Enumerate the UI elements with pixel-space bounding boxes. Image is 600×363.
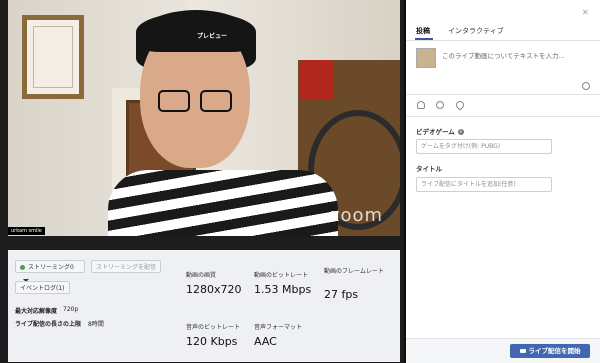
divider bbox=[406, 116, 600, 117]
stream-info-panel: ストリーミング0 ストリーミングを配信 イベントログ(1) 最大対応解像度 72… bbox=[8, 250, 400, 362]
game-tag-input[interactable]: ゲームをタグ付け(例: PUBG) bbox=[416, 139, 552, 154]
stream-preview-button[interactable]: ストリーミングを配信 bbox=[91, 260, 161, 273]
tab-post[interactable]: 投稿 bbox=[416, 26, 430, 36]
max-resolution-label: 最大対応解像度 bbox=[15, 308, 58, 315]
metric-label: 音声のビットレート bbox=[186, 324, 241, 331]
divider bbox=[406, 40, 600, 41]
feeling-icon[interactable] bbox=[436, 101, 444, 109]
metric-label: 音声フォーマット bbox=[254, 324, 303, 331]
metric-value: 27 fps bbox=[324, 288, 359, 301]
metric-value: AAC bbox=[254, 335, 277, 348]
tag-people-icon[interactable] bbox=[417, 101, 425, 109]
metric-value: 1.53 Mbps bbox=[254, 283, 312, 296]
emoji-icon[interactable] bbox=[582, 82, 590, 90]
title-label: タイトル bbox=[416, 165, 442, 173]
max-duration-label: ライブ配信の長さの上限 bbox=[15, 321, 82, 328]
event-log-button[interactable]: イベントログ(1) bbox=[15, 281, 70, 294]
divider bbox=[406, 94, 600, 95]
tab-interactive[interactable]: インタラクティブ bbox=[448, 26, 504, 36]
video-thumbnail bbox=[416, 48, 436, 68]
zoom-watermark: zoom bbox=[330, 205, 384, 226]
go-live-label: ライブ配信を開始 bbox=[528, 347, 581, 355]
streaming-select[interactable]: ストリーミング0 bbox=[15, 260, 85, 282]
video-game-label: ビデオゲーム i bbox=[416, 126, 464, 136]
camera-preview: プレビュー zoom bbox=[8, 0, 400, 236]
go-live-button[interactable]: ライブ配信を開始 bbox=[510, 344, 590, 358]
info-icon[interactable]: i bbox=[457, 129, 464, 135]
post-text-input[interactable]: このライブ動画についてテキストを入力... bbox=[442, 51, 582, 61]
glasses bbox=[158, 90, 234, 114]
camera-icon bbox=[519, 349, 526, 353]
title-input[interactable]: ライブ配信にタイトルを追加(任意) bbox=[416, 177, 552, 192]
stream-setup-area: プレビュー zoom urkam smile ストリーミング0 ストリーミングを… bbox=[0, 0, 404, 362]
post-composer: ✕ 投稿 インタラクティブ このライブ動画についてテキストを入力... ビデオゲ… bbox=[406, 0, 600, 363]
live-status-dot bbox=[20, 265, 25, 270]
preview-label: プレビュー bbox=[197, 33, 228, 40]
striped-shirt bbox=[108, 170, 338, 236]
close-icon[interactable]: ✕ bbox=[582, 8, 589, 17]
max-duration-value: 8時間 bbox=[88, 321, 104, 328]
metric-label: 動画のフレームレート bbox=[324, 268, 384, 275]
participant-name-tag: urkam smile bbox=[8, 227, 45, 235]
red-object bbox=[300, 60, 334, 100]
max-resolution-value: 720p bbox=[63, 306, 79, 313]
metric-label: 動画のビットレート bbox=[254, 272, 309, 279]
metric-label: 動画の画質 bbox=[186, 272, 217, 279]
streaming-select-label: ストリーミング0 bbox=[28, 264, 74, 271]
person-hair-top bbox=[136, 12, 256, 52]
location-icon[interactable] bbox=[454, 99, 466, 111]
metric-value: 1280x720 bbox=[186, 283, 242, 296]
wall-picture-frame bbox=[22, 15, 84, 99]
metric-value: 120 Kbps bbox=[186, 335, 238, 348]
